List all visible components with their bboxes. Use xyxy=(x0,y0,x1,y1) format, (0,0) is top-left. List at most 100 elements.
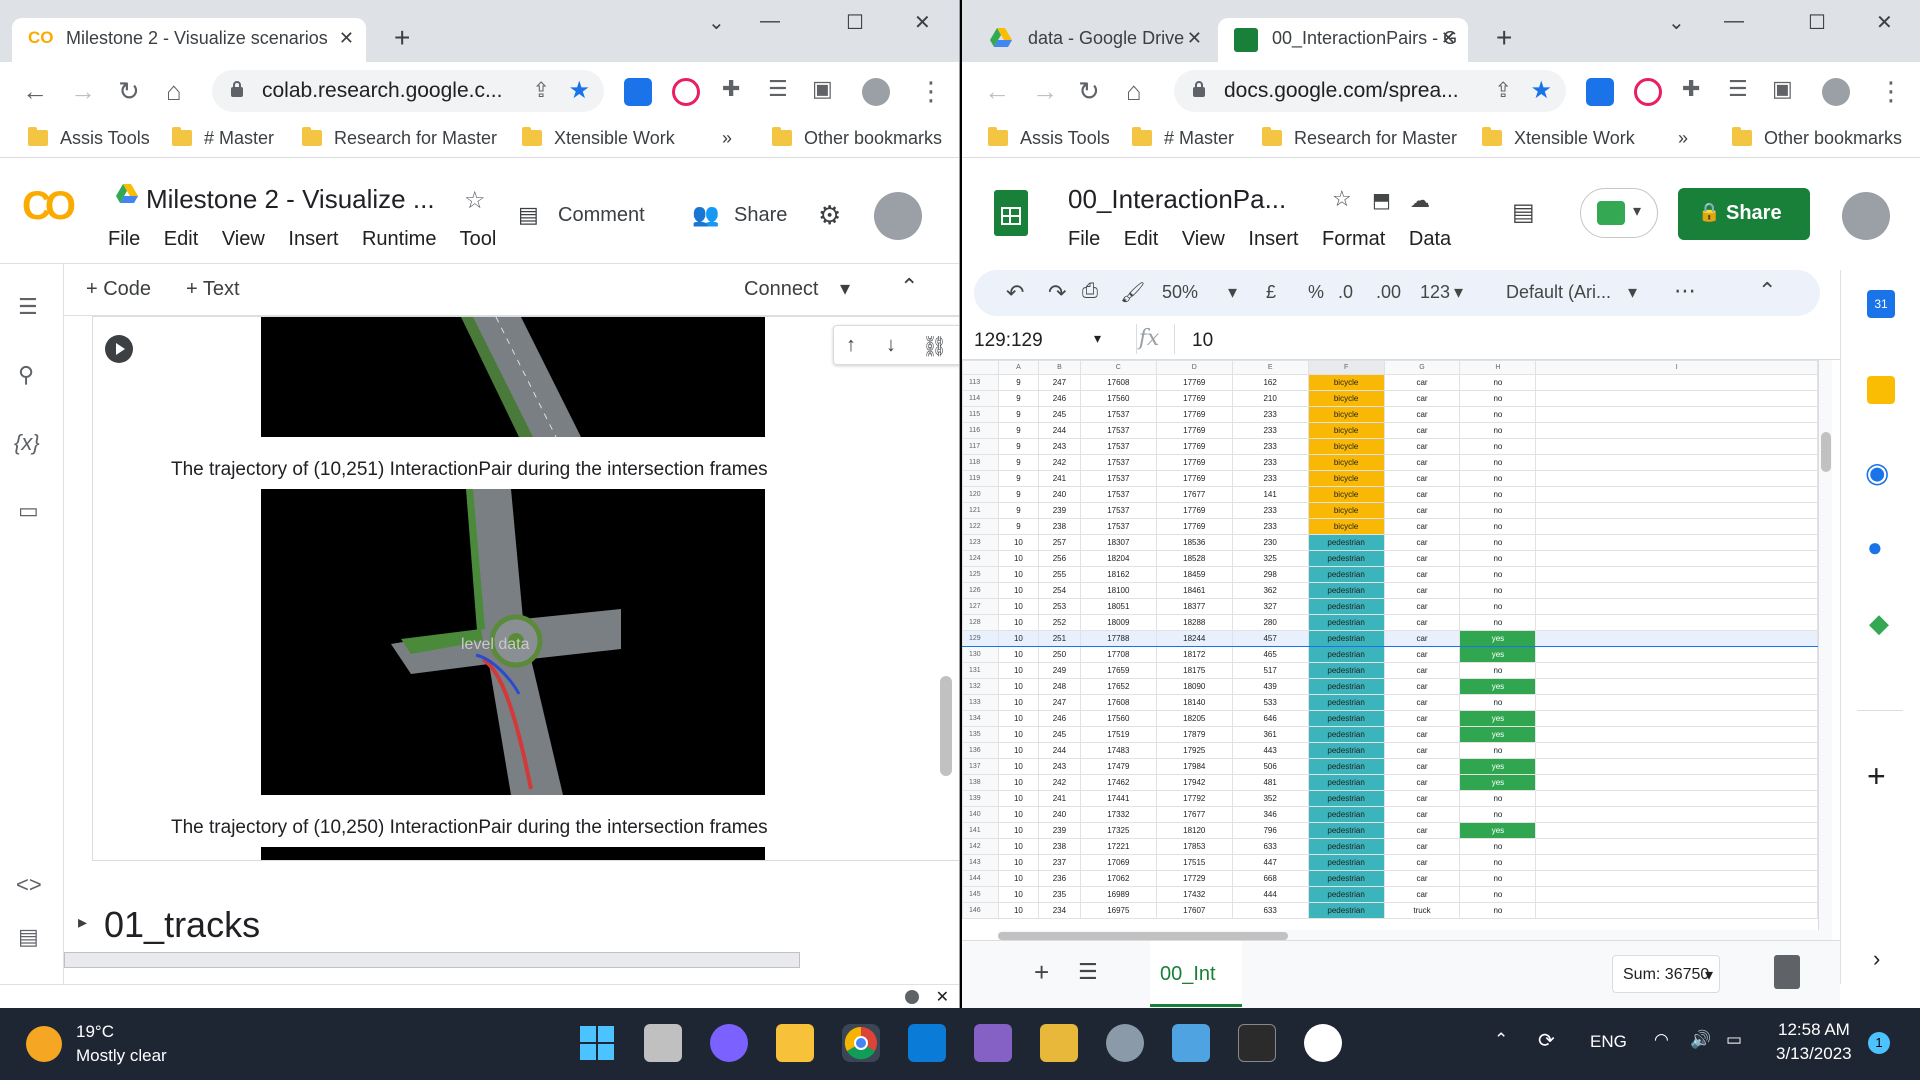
home-icon[interactable]: ⌂ xyxy=(166,76,182,107)
cell[interactable]: pedestrian xyxy=(1307,742,1385,759)
cell[interactable]: 254 xyxy=(1037,582,1081,599)
reload-icon[interactable]: ↻ xyxy=(118,76,140,107)
explore-icon[interactable] xyxy=(1774,955,1800,989)
cell[interactable]: 633 xyxy=(1231,902,1309,919)
table-row[interactable]: 123 10 257 18307 18536 230 pedestrian car no xyxy=(962,534,1818,551)
cell[interactable] xyxy=(1535,678,1818,695)
side-panel-icon[interactable]: ▣ xyxy=(1772,76,1793,102)
cell[interactable] xyxy=(1535,374,1818,391)
star-icon[interactable]: ☆ xyxy=(1332,186,1352,212)
cell[interactable]: 17788 xyxy=(1079,630,1157,647)
new-tab-button[interactable]: + xyxy=(394,22,410,54)
cell[interactable]: 243 xyxy=(1037,758,1081,775)
cell[interactable]: 439 xyxy=(1231,678,1309,695)
row-number[interactable]: 140 xyxy=(962,806,999,823)
cell[interactable]: no xyxy=(1459,438,1537,455)
cell[interactable]: car xyxy=(1383,470,1461,487)
cell[interactable]: pedestrian xyxy=(1307,550,1385,567)
row-number[interactable]: 134 xyxy=(962,710,999,727)
cell[interactable]: 10 xyxy=(997,822,1039,839)
cell[interactable]: 17769 xyxy=(1155,422,1233,439)
cell[interactable]: 250 xyxy=(1037,646,1081,663)
cell[interactable] xyxy=(1535,390,1818,407)
cell[interactable]: 10 xyxy=(997,726,1039,743)
cell[interactable]: 18205 xyxy=(1155,710,1233,727)
cell[interactable]: no xyxy=(1459,486,1537,503)
close-tab-icon[interactable]: ✕ xyxy=(1441,28,1456,49)
cell[interactable]: 327 xyxy=(1231,598,1309,615)
column-header[interactable]: H xyxy=(1459,360,1537,375)
visual-studio-icon[interactable] xyxy=(974,1024,1012,1062)
weather-condition[interactable]: Mostly clear xyxy=(76,1046,167,1066)
cell[interactable] xyxy=(1535,598,1818,615)
cell[interactable]: 633 xyxy=(1231,838,1309,855)
back-icon[interactable]: ← xyxy=(984,76,1010,107)
decrease-decimal-button[interactable]: .0 xyxy=(1338,282,1353,303)
cell[interactable]: 10 xyxy=(997,614,1039,631)
cell[interactable]: 17537 xyxy=(1079,422,1157,439)
cell[interactable]: 245 xyxy=(1037,406,1081,423)
cell[interactable]: car xyxy=(1383,438,1461,455)
cell[interactable]: pedestrian xyxy=(1307,838,1385,855)
row-number[interactable]: 123 xyxy=(962,534,999,551)
cell[interactable]: car xyxy=(1383,630,1461,647)
more-options-icon[interactable]: ⋯ xyxy=(1674,278,1696,304)
close-tab-icon[interactable]: ✕ xyxy=(339,28,354,49)
minimize-button[interactable]: — xyxy=(760,10,780,33)
cell[interactable]: no xyxy=(1459,454,1537,471)
cell[interactable]: pedestrian xyxy=(1307,534,1385,551)
expand-panel-icon[interactable]: › xyxy=(1873,946,1880,972)
home-icon[interactable]: ⌂ xyxy=(1126,76,1142,107)
table-row[interactable]: 132 10 248 17652 18090 439 pedestrian car yes xyxy=(962,678,1818,695)
cell[interactable]: 238 xyxy=(1037,518,1081,535)
cell[interactable]: 10 xyxy=(997,534,1039,551)
cell[interactable]: 234 xyxy=(1037,902,1081,919)
sum-explore[interactable]: Sum: 36750 ▾ xyxy=(1612,955,1720,993)
tool-app-icon[interactable] xyxy=(1040,1024,1078,1062)
column-header[interactable]: C xyxy=(1079,360,1157,375)
cell[interactable]: 233 xyxy=(1231,470,1309,487)
address-bar[interactable]: colab.research.google.c... ⇪ ★ xyxy=(212,70,604,112)
cell[interactable]: 253 xyxy=(1037,598,1081,615)
cell[interactable]: 246 xyxy=(1037,710,1081,727)
cell[interactable]: 10 xyxy=(997,870,1039,887)
cell[interactable]: 210 xyxy=(1231,390,1309,407)
cell[interactable]: no xyxy=(1459,790,1537,807)
cell[interactable]: 10 xyxy=(997,758,1039,775)
section-heading[interactable]: 01_tracks xyxy=(104,904,260,946)
more-bookmarks-button[interactable]: » xyxy=(722,128,732,149)
cell[interactable]: 17769 xyxy=(1155,374,1233,391)
cell[interactable]: 17515 xyxy=(1155,854,1233,871)
cell[interactable]: 18009 xyxy=(1079,614,1157,631)
cell[interactable] xyxy=(1535,534,1818,551)
cell[interactable]: pedestrian xyxy=(1307,614,1385,631)
cell[interactable]: 240 xyxy=(1037,806,1081,823)
cell[interactable]: 239 xyxy=(1037,502,1081,519)
cell[interactable]: 17769 xyxy=(1155,518,1233,535)
cell[interactable]: 346 xyxy=(1231,806,1309,823)
terminal-icon[interactable] xyxy=(1238,1024,1276,1062)
cell[interactable] xyxy=(1535,726,1818,743)
row-number[interactable]: 116 xyxy=(962,422,999,439)
forward-icon[interactable]: → xyxy=(70,76,96,107)
row-number[interactable]: 143 xyxy=(962,854,999,871)
table-row[interactable]: 119 9 241 17537 17769 233 bicycle car no xyxy=(962,470,1818,487)
cell[interactable]: 247 xyxy=(1037,694,1081,711)
cell[interactable]: 17483 xyxy=(1079,742,1157,759)
cell[interactable]: 233 xyxy=(1231,518,1309,535)
cell[interactable]: 17462 xyxy=(1079,774,1157,791)
cell[interactable]: 242 xyxy=(1037,454,1081,471)
cell[interactable]: yes xyxy=(1459,726,1537,743)
menu-edit[interactable]: Edit xyxy=(164,228,198,250)
cell[interactable]: car xyxy=(1383,886,1461,903)
cell[interactable]: no xyxy=(1459,422,1537,439)
zoom-dropdown-icon[interactable]: ▾ xyxy=(1228,282,1237,303)
menu-insert[interactable]: Insert xyxy=(288,228,338,250)
cell[interactable] xyxy=(1535,470,1818,487)
cell[interactable]: bicycle xyxy=(1307,438,1385,455)
settings-gear-icon[interactable]: ⚙ xyxy=(818,200,841,231)
avatar[interactable] xyxy=(874,192,922,240)
cell[interactable]: 9 xyxy=(997,438,1039,455)
cell[interactable]: no xyxy=(1459,550,1537,567)
settings-gear-icon[interactable] xyxy=(1106,1024,1144,1062)
